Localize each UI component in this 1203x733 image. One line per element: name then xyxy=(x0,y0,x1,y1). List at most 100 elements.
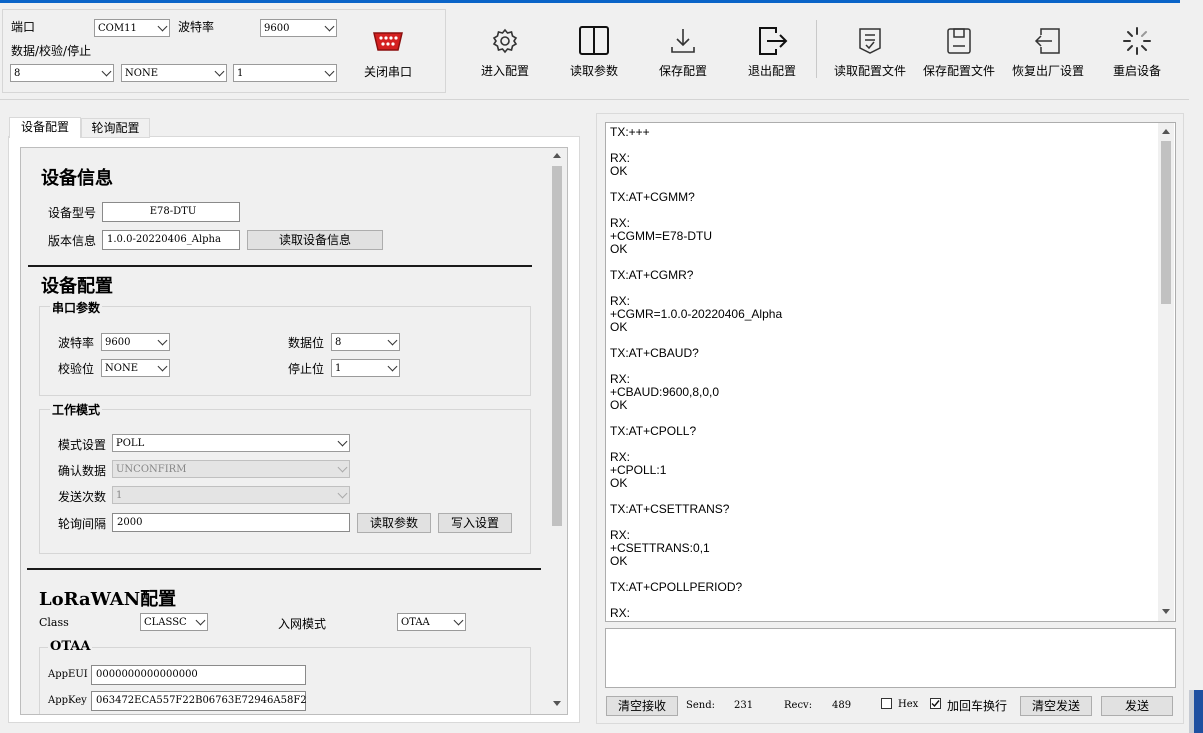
tab-device-config[interactable]: 设备配置 xyxy=(9,117,81,138)
cfg-stopbits-value: 1 xyxy=(335,363,342,374)
databits-value: 8 xyxy=(14,68,21,79)
send-button[interactable]: 发送 xyxy=(1101,696,1173,716)
tab-poll-config[interactable]: 轮询配置 xyxy=(81,118,150,138)
model-field[interactable]: E78-DTU xyxy=(102,202,240,222)
device-config-scroll-area: 设备信息 设备型号 E78-DTU 版本信息 1.0.0-20220406_Al… xyxy=(20,147,568,715)
serial-port-icon xyxy=(372,26,404,58)
send-count-select[interactable]: 1 xyxy=(112,486,350,504)
appeui-label: AppEUI xyxy=(48,669,88,680)
config-scrollbar[interactable] xyxy=(548,148,565,714)
download-icon xyxy=(667,25,699,57)
version-field[interactable]: 1.0.0-20220406_Alpha xyxy=(102,230,240,250)
parity-select[interactable]: NONE xyxy=(121,64,227,82)
chevron-down-icon xyxy=(214,66,225,77)
chevron-down-icon xyxy=(337,488,348,499)
restore-icon xyxy=(1032,25,1064,57)
book-icon xyxy=(578,25,610,57)
save-config-button[interactable]: 保存配置 xyxy=(643,25,723,79)
join-mode-select[interactable]: OTAA xyxy=(397,613,466,631)
read-device-info-button[interactable]: 读取设备信息 xyxy=(247,230,383,250)
join-mode-value: OTAA xyxy=(401,617,430,628)
send-button-label: 发送 xyxy=(1124,699,1149,713)
chevron-down-icon xyxy=(337,436,348,447)
scroll-up-icon[interactable] xyxy=(1162,129,1170,134)
confirm-select[interactable]: UNCONFIRM xyxy=(112,460,350,478)
cfg-baud-select[interactable]: 9600 xyxy=(101,333,170,351)
checkmark-icon xyxy=(931,700,940,708)
mode-value: POLL xyxy=(116,438,145,449)
chevron-down-icon xyxy=(101,66,112,77)
read-config-file-label: 读取配置文件 xyxy=(833,64,906,78)
serial-params-title: 串口参数 xyxy=(50,299,103,316)
cfg-stopbits-select[interactable]: 1 xyxy=(331,359,400,377)
cfg-databits-label: 数据位 xyxy=(288,336,325,350)
toolbar-divider xyxy=(0,99,1189,100)
crlf-checkbox[interactable] xyxy=(930,698,941,709)
log-scrollbar-thumb[interactable] xyxy=(1161,141,1171,304)
save-file-icon xyxy=(943,25,975,57)
chevron-down-icon xyxy=(324,66,335,77)
model-label: 设备型号 xyxy=(48,206,97,220)
hex-label: Hex xyxy=(898,699,919,710)
send-byte-count: 231 xyxy=(734,700,754,711)
scroll-up-icon[interactable] xyxy=(553,153,561,158)
databits-select[interactable]: 8 xyxy=(10,64,114,82)
cfg-parity-select[interactable]: NONE xyxy=(101,359,170,377)
class-value: CLASSC xyxy=(144,617,187,628)
chevron-down-icon xyxy=(157,361,168,372)
enter-config-label: 进入配置 xyxy=(480,64,529,78)
device-config-title: 设备配置 xyxy=(41,276,113,297)
chevron-down-icon xyxy=(387,361,398,372)
clear-receive-button[interactable]: 清空接收 xyxy=(606,696,678,716)
section-divider xyxy=(28,265,532,267)
port-select[interactable]: COM11 xyxy=(94,19,170,37)
mode-select[interactable]: POLL xyxy=(112,434,350,452)
appeui-input[interactable]: 0000000000000000 xyxy=(91,665,306,685)
read-params-button[interactable]: 读取参数 xyxy=(554,25,634,79)
cfg-read-params-button[interactable]: 读取参数 xyxy=(357,513,431,533)
receive-log[interactable]: TX:+++ RX: OK TX:AT+CGMM? RX: +CGMM=E78-… xyxy=(605,122,1176,622)
hex-checkbox[interactable] xyxy=(881,698,892,709)
poll-interval-label: 轮询间隔 xyxy=(58,517,107,531)
write-settings-button[interactable]: 写入设置 xyxy=(438,513,512,533)
cfg-databits-select[interactable]: 8 xyxy=(331,333,400,351)
read-config-file-button[interactable]: 读取配置文件 xyxy=(830,25,910,79)
send-count-title: Send: xyxy=(686,700,715,711)
baud-select[interactable]: 9600 xyxy=(260,19,337,37)
save-config-file-button[interactable]: 保存配置文件 xyxy=(919,25,999,79)
device-info-title: 设备信息 xyxy=(41,168,113,189)
exit-config-button[interactable]: 退出配置 xyxy=(732,25,812,79)
stopbits-select[interactable]: 1 xyxy=(233,64,337,82)
config-scrollbar-thumb[interactable] xyxy=(552,166,562,526)
exit-config-label: 退出配置 xyxy=(747,64,796,78)
baud-value: 9600 xyxy=(264,23,290,34)
send-input[interactable] xyxy=(605,628,1176,688)
scroll-down-icon[interactable] xyxy=(1162,609,1170,614)
cfg-parity-value: NONE xyxy=(105,363,138,374)
enter-config-button[interactable]: 进入配置 xyxy=(465,25,545,79)
poll-interval-input[interactable]: 2000 xyxy=(112,513,350,532)
chevron-down-icon xyxy=(157,21,168,32)
close-serial-button[interactable]: 关闭串口 xyxy=(348,26,428,80)
factory-reset-label: 恢复出厂设置 xyxy=(1011,64,1084,78)
log-scrollbar[interactable] xyxy=(1158,123,1174,621)
tab-poll-config-label: 轮询配置 xyxy=(91,121,140,135)
recv-byte-count: 489 xyxy=(832,700,852,711)
clear-send-button[interactable]: 清空发送 xyxy=(1020,696,1092,716)
chevron-down-icon xyxy=(324,21,335,32)
factory-reset-button[interactable]: 恢复出厂设置 xyxy=(1008,25,1088,79)
chevron-down-icon xyxy=(157,335,168,346)
cfg-baud-label: 波特率 xyxy=(58,336,95,350)
appkey-input[interactable]: 063472ECA557F22B06763E72946A58F2 xyxy=(91,691,307,711)
loading-icon xyxy=(1121,25,1153,57)
save-config-label: 保存配置 xyxy=(658,64,707,78)
chevron-down-icon xyxy=(337,462,348,473)
chevron-down-icon xyxy=(387,335,398,346)
scroll-down-icon[interactable] xyxy=(553,701,561,706)
class-select[interactable]: CLASSC xyxy=(140,613,208,631)
restart-device-button[interactable]: 重启设备 xyxy=(1097,25,1177,79)
join-mode-label: 入网模式 xyxy=(278,617,327,631)
close-serial-label: 关闭串口 xyxy=(363,65,412,79)
cfg-databits-value: 8 xyxy=(335,337,342,348)
baud-label: 波特率 xyxy=(178,20,215,34)
